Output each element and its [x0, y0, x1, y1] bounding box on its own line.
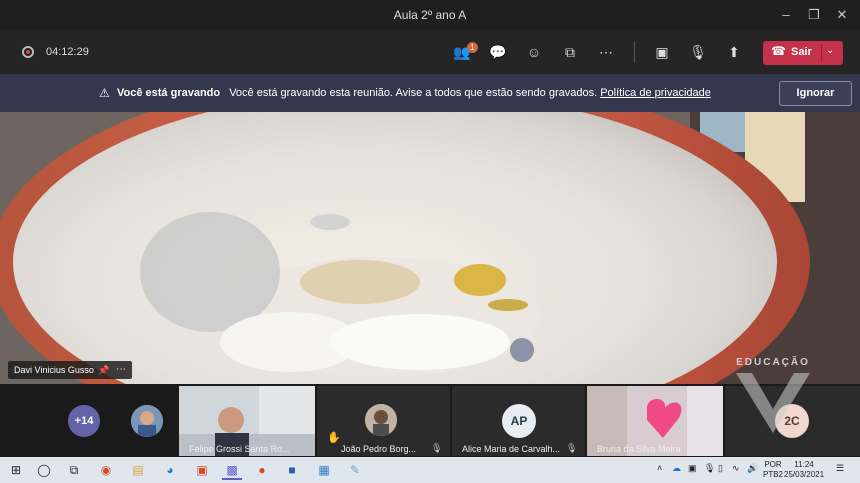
search-icon[interactable]: ◯: [34, 460, 54, 480]
restore-icon[interactable]: ❐: [804, 6, 824, 24]
close-icon[interactable]: ✕: [832, 6, 852, 24]
clock-time: 11:24: [794, 460, 814, 469]
recording-icon: [22, 46, 34, 58]
avatar-image: [365, 404, 397, 436]
teams-icon[interactable]: ▩: [222, 460, 242, 480]
meeting-toolbar: 04:12:29 👥 1 💬 ☺ ⧉ ⋯ ▣ 🎙 ⬆ ☎ Sair ⌄: [0, 30, 860, 74]
system-clock[interactable]: 11:24 25/03/2021: [784, 460, 824, 480]
keyboard-layout: PTB2: [763, 470, 784, 479]
reactions-icon[interactable]: ☺: [524, 42, 544, 62]
windows-taskbar: ⊞ ◯ ⧉ ◉ ▤ ◕ ▣ ▩ ● ■ ▦ ✎ ˄ ☁ ▣ 🎙 ▯ ∿ 🔊 PO…: [0, 457, 860, 483]
dismiss-button[interactable]: Ignorar: [779, 81, 852, 106]
chat-icon[interactable]: 💬: [488, 42, 508, 62]
presenter-name-tag: Davi Vinicius Gusso 📌 ⋯: [8, 361, 132, 379]
network-icon[interactable]: ▣: [688, 463, 697, 474]
share-screen-icon[interactable]: ⬆: [724, 42, 744, 62]
mic-off-icon: 🎙: [566, 443, 578, 453]
chrome-icon[interactable]: ◉: [96, 460, 116, 480]
educacao-watermark: EDUCAÇÃO: [728, 355, 818, 440]
wifi-icon[interactable]: ∿: [732, 463, 740, 474]
participant-tile[interactable]: Bruna da Silva Meira: [587, 386, 723, 456]
language-indicator[interactable]: POR PTB2: [763, 460, 783, 480]
windows-start-icon[interactable]: ⊞: [6, 460, 26, 480]
meeting-timer: 04:12:29: [46, 46, 89, 58]
participant-tile[interactable]: Felipe Grossi Santa Ro...: [179, 386, 315, 456]
participant-name: Alice Maria de Carvalh...: [462, 444, 561, 454]
privacy-policy-link[interactable]: Política de privacidade: [600, 87, 711, 99]
more-options-icon[interactable]: ⋯: [116, 361, 126, 379]
avatar-image: [131, 405, 163, 437]
overflow-participants-count[interactable]: +14: [68, 405, 100, 437]
banner-message: Você está gravando esta reunião. Avise a…: [229, 87, 598, 99]
clock-date: 25/03/2021: [784, 470, 825, 479]
battery-icon[interactable]: ▯: [718, 463, 723, 474]
task-view-icon[interactable]: ⧉: [64, 460, 84, 480]
more-options-icon[interactable]: ⋯: [596, 42, 616, 62]
banner-text: Você está gravando Você está gravando es…: [117, 87, 711, 99]
photos-icon[interactable]: ▦: [314, 460, 334, 480]
participant-avatar: [365, 404, 397, 436]
mic-off-icon[interactable]: 🎙: [688, 42, 708, 62]
participants-badge: 1: [467, 42, 478, 53]
window-title: Aula 2º ano A: [393, 8, 467, 22]
pin-icon[interactable]: 📌: [98, 361, 109, 379]
participant-avatar-photo[interactable]: [131, 405, 163, 437]
office-icon[interactable]: ▣: [192, 460, 212, 480]
microphone-icon[interactable]: 🎙: [704, 463, 715, 474]
participant-name: Bruna da Silva Meira: [597, 444, 681, 454]
phone-icon: ☎: [771, 44, 786, 58]
language-code: POR: [764, 460, 782, 469]
word-icon[interactable]: ■: [282, 460, 302, 480]
file-explorer-icon[interactable]: ▤: [128, 460, 148, 480]
paint-icon[interactable]: ✎: [345, 460, 365, 480]
leave-button[interactable]: ☎ Sair ⌄: [763, 41, 843, 65]
mic-off-icon: 🎙: [431, 443, 443, 453]
powerpoint-icon[interactable]: ●: [252, 460, 272, 480]
chevron-up-icon[interactable]: ˄: [657, 463, 662, 473]
notifications-icon[interactable]: ☰: [836, 463, 844, 474]
title-bar: Aula 2º ano A – ❐ ✕: [0, 0, 860, 30]
presenter-name: Davi Vinicius Gusso: [14, 365, 94, 375]
chevron-down-icon[interactable]: ⌄: [826, 45, 834, 56]
video-frame-image: [0, 112, 860, 384]
warning-icon: ⚠: [99, 86, 110, 100]
banner-heading: Você está gravando: [117, 87, 221, 99]
watermark-text: EDUCAÇÃO: [736, 355, 810, 368]
camera-off-icon[interactable]: ▣: [652, 42, 672, 62]
watermark-logo: EDUCAÇÃO: [736, 355, 810, 433]
recording-banner: ⚠ Você está gravando Você está gravando …: [0, 74, 860, 112]
volume-icon[interactable]: 🔊: [747, 463, 758, 474]
participant-tile[interactable]: ✋ João Pedro Borg... 🎙: [317, 386, 450, 456]
onedrive-icon[interactable]: ☁: [672, 463, 681, 474]
rooms-icon[interactable]: ⧉: [560, 42, 580, 62]
edge-icon[interactable]: ◕: [160, 460, 180, 480]
participant-tile[interactable]: AP Alice Maria de Carvalh... 🎙: [452, 386, 585, 456]
participant-initials: AP: [502, 404, 536, 438]
participant-name: Felipe Grossi Santa Ro...: [189, 444, 290, 454]
main-video: [0, 112, 860, 384]
participant-name: João Pedro Borg...: [341, 444, 417, 454]
toolbar-divider: [634, 41, 635, 63]
leave-divider: [821, 44, 822, 62]
raised-hand-icon: ✋: [327, 432, 341, 444]
minimize-icon[interactable]: –: [776, 6, 796, 24]
leave-label: Sair: [791, 46, 812, 58]
